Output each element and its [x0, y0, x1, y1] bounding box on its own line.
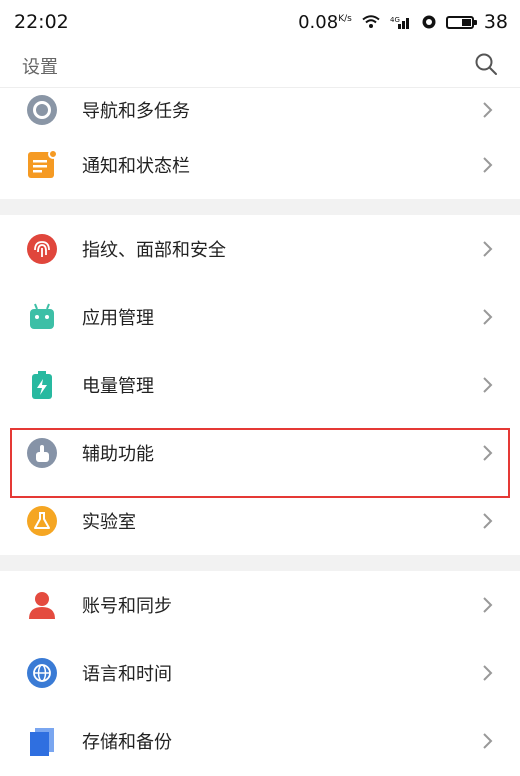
notification-dot-icon: [422, 15, 436, 29]
settings-item-storage[interactable]: 存储和备份: [0, 707, 520, 775]
chevron-right-icon: [483, 309, 493, 325]
chevron-right-icon: [483, 513, 493, 529]
settings-item-account[interactable]: 账号和同步: [0, 571, 520, 639]
settings-item-label: 辅助功能: [82, 444, 154, 465]
notification-icon: [26, 149, 58, 181]
chevron-right-icon: [483, 733, 493, 749]
settings-item-label: 通知和状态栏: [82, 156, 190, 177]
chevron-right-icon: [483, 597, 493, 613]
accessibility-icon: [26, 437, 58, 469]
battery-icon: [26, 369, 58, 401]
chevron-right-icon: [483, 241, 493, 257]
battery-percentage: 38: [483, 11, 508, 33]
settings-item-label: 电量管理: [82, 376, 154, 397]
settings-item-label: 指纹、面部和安全: [82, 240, 226, 261]
section-divider: [0, 199, 520, 215]
wifi-icon: [362, 15, 380, 29]
settings-item-security[interactable]: 指纹、面部和安全: [0, 215, 520, 283]
search-icon[interactable]: [474, 52, 498, 80]
settings-item-label: 账号和同步: [82, 596, 172, 617]
settings-item-accessibility[interactable]: 辅助功能: [0, 419, 520, 487]
chevron-right-icon: [483, 445, 493, 461]
settings-item-label: 存储和备份: [82, 732, 172, 753]
chevron-right-icon: [483, 377, 493, 393]
flask-icon: [26, 505, 58, 537]
page-title: 设置: [22, 56, 58, 78]
cellular-signal-icon: 4G: [390, 15, 412, 29]
chevron-right-icon: [483, 157, 493, 173]
storage-icon: [26, 725, 58, 757]
settings-item-lab[interactable]: 实验室: [0, 487, 520, 555]
settings-item-notifications[interactable]: 通知和状态栏: [0, 131, 520, 199]
battery-status-icon: [445, 15, 477, 29]
status-time: 22:02: [14, 11, 69, 33]
settings-header: 设置: [0, 44, 520, 88]
navigation-icon: [26, 94, 58, 126]
settings-item-label: 实验室: [82, 512, 136, 533]
settings-item-language[interactable]: 语言和时间: [0, 639, 520, 707]
settings-list: 导航和多任务 通知和状态栏 指纹、面部和安全 应用管理 电量管理 辅助功能 实验…: [0, 89, 520, 775]
settings-item-battery[interactable]: 电量管理: [0, 351, 520, 419]
globe-icon: [26, 657, 58, 689]
section-divider: [0, 555, 520, 571]
settings-item-navigation[interactable]: 导航和多任务: [0, 89, 520, 131]
status-indicators: 0.08K/s 4G 38: [298, 11, 508, 33]
status-bar: 22:02 0.08K/s 4G 38: [0, 0, 520, 44]
settings-item-apps[interactable]: 应用管理: [0, 283, 520, 351]
settings-item-label: 应用管理: [82, 308, 154, 329]
svg-text:4G: 4G: [390, 16, 400, 24]
fingerprint-icon: [26, 233, 58, 265]
settings-item-label: 导航和多任务: [82, 101, 190, 122]
android-icon: [26, 301, 58, 333]
chevron-right-icon: [483, 665, 493, 681]
user-icon: [26, 589, 58, 621]
network-speed: 0.08K/s: [298, 11, 352, 33]
chevron-right-icon: [483, 102, 493, 118]
settings-item-label: 语言和时间: [82, 664, 172, 685]
